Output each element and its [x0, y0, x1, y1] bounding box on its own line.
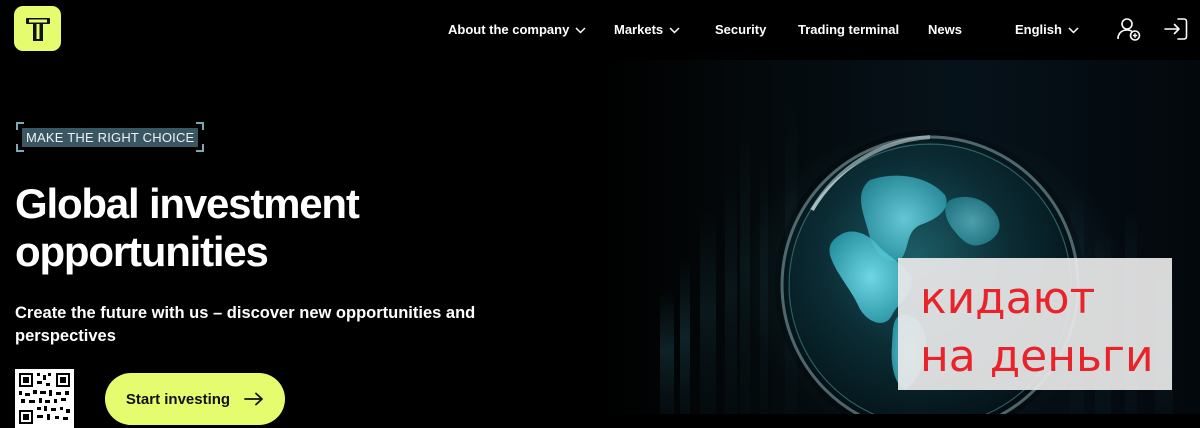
user-add-icon[interactable]: [1116, 16, 1142, 42]
chevron-down-icon: [1068, 26, 1079, 34]
chevron-down-icon: [669, 26, 680, 34]
nav-markets-label: Markets: [614, 22, 664, 37]
nav-security[interactable]: Security: [715, 18, 766, 42]
nav-trading-terminal-label: Trading terminal: [798, 22, 900, 37]
hero-tag-label: MAKE THE RIGHT CHOICE: [22, 127, 199, 147]
hero-subtitle-line1: Create the future with us – discover new…: [15, 304, 476, 322]
nav-about-company-label: About the company: [448, 22, 570, 37]
overlay-line1: кидают: [920, 273, 1096, 324]
nav-security-label: Security: [715, 22, 767, 37]
nav-markets[interactable]: Markets: [614, 18, 680, 42]
hero-title: Global investment opportunities: [15, 180, 575, 276]
start-investing-label: Start investing: [125, 390, 231, 408]
tag-corner: [16, 144, 24, 152]
warning-overlay: кидают на деньги: [898, 258, 1172, 390]
hero-title-line1: Global investment: [15, 180, 360, 227]
nav-about-company[interactable]: About the company: [448, 18, 586, 42]
t-logo-icon[interactable]: [14, 6, 61, 51]
hero-subtitle-line2: perspectives: [15, 327, 116, 345]
sign-in-icon[interactable]: [1163, 16, 1189, 42]
tag-corner: [16, 122, 24, 130]
start-investing-button[interactable]: Start investing: [105, 373, 285, 425]
qr-code-icon[interactable]: [15, 369, 74, 428]
language-selector[interactable]: English: [1015, 18, 1079, 42]
hero-title-line2: opportunities: [15, 228, 269, 275]
nav-news-label: News: [928, 22, 962, 37]
tag-corner: [196, 122, 205, 130]
hero-subtitle: Create the future with us – discover new…: [15, 302, 535, 348]
arrow-right-icon: [244, 392, 263, 406]
language-label: English: [1015, 22, 1062, 37]
overlay-line2: на деньги: [920, 331, 1154, 382]
tag-corner: [196, 144, 205, 152]
nav-trading-terminal[interactable]: Trading terminal: [798, 18, 899, 42]
nav-news[interactable]: News: [928, 18, 962, 42]
chevron-down-icon: [575, 26, 586, 34]
hero-tag: MAKE THE RIGHT CHOICE: [16, 122, 205, 152]
